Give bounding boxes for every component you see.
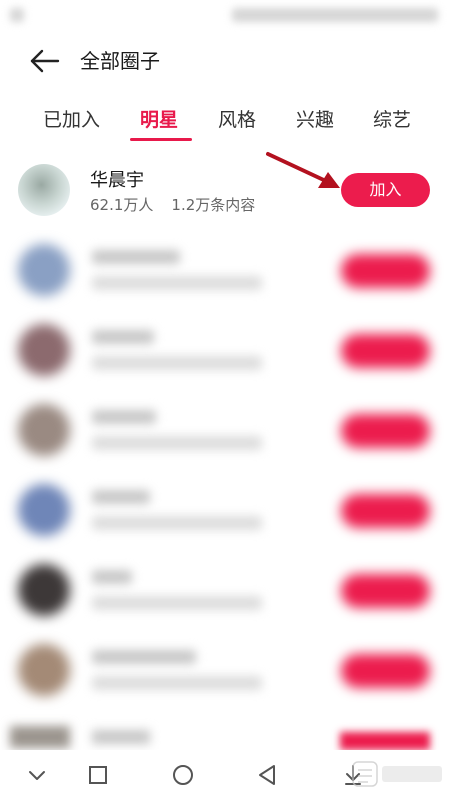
circle-name-blurred [92, 570, 132, 584]
circle-meta-blurred [92, 596, 262, 610]
circle-name-blurred [92, 250, 180, 264]
chevron-down-icon[interactable] [24, 762, 50, 788]
circle-name-blurred [92, 410, 156, 424]
back-arrow-icon[interactable] [28, 46, 62, 76]
circle-meta-blurred [92, 676, 262, 690]
avatar [18, 404, 70, 456]
list-item[interactable]: 加入 [0, 402, 450, 482]
partial-text [92, 730, 150, 744]
tab-style[interactable]: 风格 [218, 106, 256, 134]
list-item[interactable]: 加入 [0, 482, 450, 562]
category-tabs: 已加入 明星 风格 兴趣 综艺 [0, 98, 450, 144]
partial-button [340, 732, 430, 750]
tab-variety[interactable]: 综艺 [373, 106, 411, 134]
circle-meta-blurred [92, 276, 262, 290]
list-item[interactable]: 加入 [0, 242, 450, 322]
avatar [18, 244, 70, 296]
join-button[interactable]: 加入 [341, 574, 430, 608]
status-right-blur [232, 8, 438, 22]
member-count: 62.1万人 [90, 196, 154, 214]
circle-meta: 62.1万人 1.2万条内容 [90, 194, 255, 215]
avatar [18, 324, 70, 376]
post-count: 1.2万条内容 [171, 196, 256, 214]
partial-avatar [10, 726, 70, 748]
tab-joined[interactable]: 已加入 [43, 106, 100, 134]
circle-meta-blurred [92, 436, 262, 450]
circle-name-blurred [92, 330, 154, 344]
join-button[interactable]: 加入 [341, 654, 430, 688]
avatar [18, 644, 70, 696]
join-button[interactable]: 加入 [341, 494, 430, 528]
annotation-arrow-icon [266, 152, 340, 188]
circle-meta-blurred [92, 516, 262, 530]
circle-name-blurred [92, 490, 150, 504]
join-button[interactable]: 加入 [341, 173, 430, 207]
list-item[interactable]: 加入 [0, 642, 450, 722]
list-item[interactable]: 加入 [0, 562, 450, 642]
join-button[interactable]: 加入 [341, 334, 430, 368]
home-icon[interactable] [170, 762, 196, 788]
list-item[interactable]: 华晨宇 62.1万人 1.2万条内容 加入 [0, 162, 450, 242]
partial-list-item [0, 722, 450, 750]
active-tab-indicator [130, 138, 192, 141]
avatar [18, 164, 70, 216]
header: 全部圈子 [0, 36, 450, 86]
page-title: 全部圈子 [80, 49, 160, 73]
tab-interest[interactable]: 兴趣 [296, 106, 334, 134]
watermark-logo [352, 761, 442, 787]
avatar [18, 484, 70, 536]
circle-meta-blurred [92, 356, 262, 370]
recent-apps-icon[interactable] [85, 762, 111, 788]
join-button[interactable]: 加入 [341, 414, 430, 448]
list-item[interactable]: 加入 [0, 322, 450, 402]
status-left-blur [10, 8, 24, 22]
avatar [18, 564, 70, 616]
join-button[interactable]: 加入 [341, 254, 430, 288]
back-triangle-icon[interactable] [255, 762, 281, 788]
status-bar [0, 0, 450, 30]
tab-stars[interactable]: 明星 [140, 106, 178, 134]
circle-name: 华晨宇 [90, 170, 144, 191]
circle-name-blurred [92, 650, 196, 664]
